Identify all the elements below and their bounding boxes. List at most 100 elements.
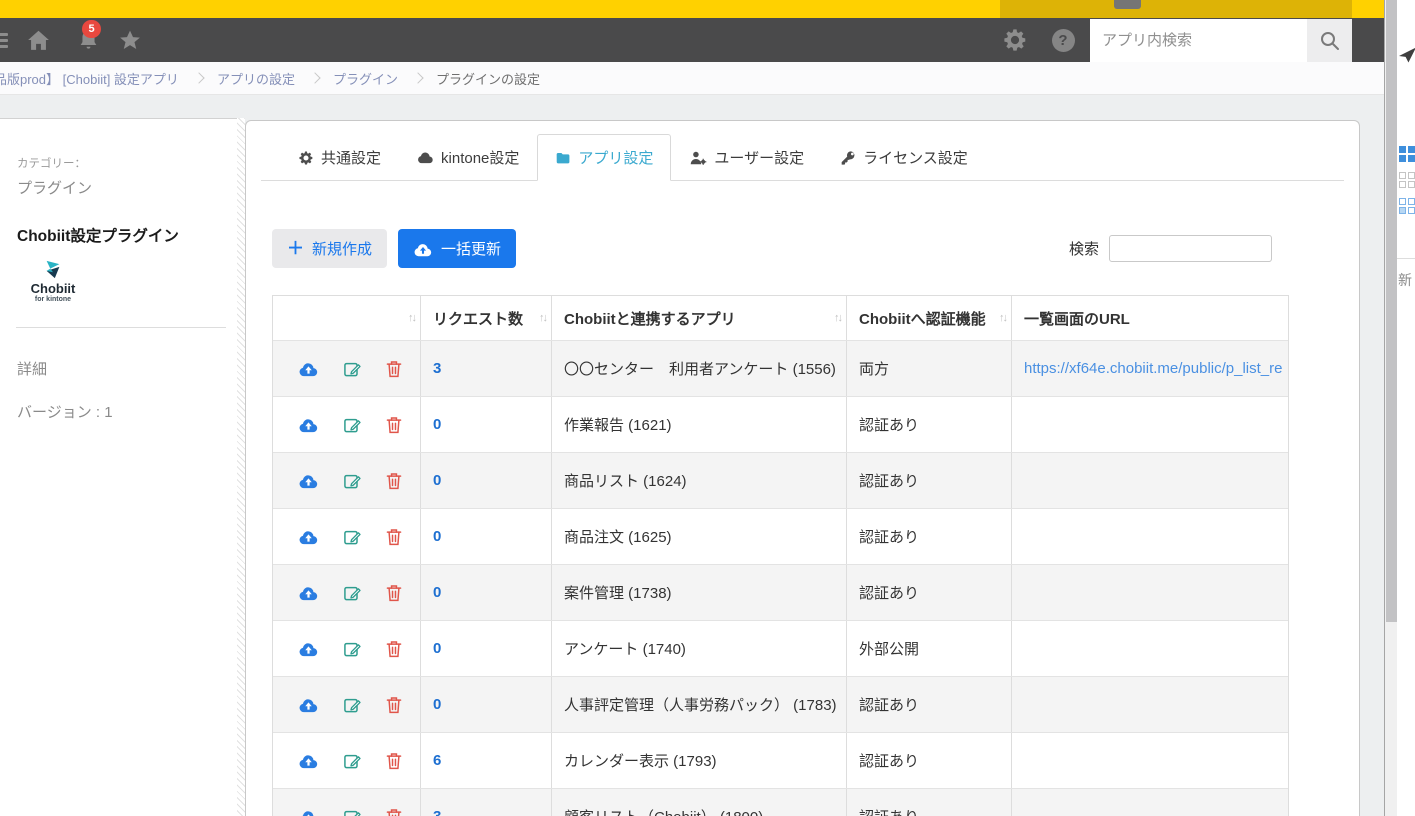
settings-button[interactable]: [998, 18, 1032, 62]
cloud-upload-icon: [299, 363, 318, 377]
request-count-cell[interactable]: 0: [421, 621, 552, 676]
cloud-upload-icon: [299, 419, 318, 433]
sort-arrows-icon[interactable]: ↑↓: [539, 312, 548, 324]
notifications-button[interactable]: 5: [70, 18, 106, 62]
app-search-button[interactable]: [1307, 19, 1352, 62]
request-count-cell[interactable]: 0: [421, 509, 552, 564]
header-actions[interactable]: ↑↓: [273, 296, 421, 340]
row-delete-button[interactable]: [385, 471, 403, 491]
auth-function-cell: 両方: [847, 341, 1012, 396]
row-delete-button[interactable]: [385, 639, 403, 659]
row-edit-button[interactable]: [342, 471, 362, 491]
trash-icon: [386, 584, 402, 601]
sort-arrows-icon[interactable]: ↑↓: [834, 312, 843, 324]
favorites-button[interactable]: [112, 18, 148, 62]
row-delete-button[interactable]: [385, 527, 403, 547]
row-edit-button[interactable]: [342, 751, 362, 771]
row-upload-button[interactable]: [298, 360, 319, 377]
plus-icon: ＋: [287, 239, 304, 258]
plugin-logo-text: Chobiit: [30, 281, 76, 296]
global-navbar: 5 ?: [0, 18, 1384, 62]
table-search-input[interactable]: [1109, 235, 1272, 262]
app-search-input[interactable]: [1090, 19, 1307, 62]
header-linked-app[interactable]: Chobiitと連携するアプリ ↑↓: [552, 296, 847, 340]
list-url-cell[interactable]: https://xf64e.chobiit.me/public/p_list_r…: [1012, 341, 1288, 396]
row-edit-button[interactable]: [342, 359, 362, 379]
row-delete-button[interactable]: [385, 415, 403, 435]
row-delete-button[interactable]: [385, 359, 403, 379]
row-edit-button[interactable]: [342, 527, 362, 547]
window-drag-tab: [1114, 0, 1141, 9]
tab-app-settings[interactable]: アプリ設定: [537, 134, 672, 181]
breadcrumb-app[interactable]: 品版prod】 [Chobiit] 設定アプリ: [0, 69, 179, 88]
row-edit-button[interactable]: [342, 583, 362, 603]
bulk-update-button[interactable]: 一括更新: [398, 229, 517, 268]
trash-icon: [386, 360, 402, 377]
tab-label: kintone設定: [441, 150, 520, 167]
auth-function-cell: 外部公開: [847, 621, 1012, 676]
home-button[interactable]: [20, 18, 56, 62]
header-list-url[interactable]: 一覧画面のURL: [1012, 296, 1288, 340]
row-delete-button[interactable]: [385, 583, 403, 603]
row-delete-button[interactable]: [385, 751, 403, 771]
edit-icon: [344, 754, 361, 768]
send-icon: [1399, 47, 1415, 63]
linked-app-cell: 案件管理 (1738): [552, 565, 847, 620]
help-button[interactable]: ?: [1046, 18, 1080, 62]
request-count-cell[interactable]: 0: [421, 453, 552, 508]
request-count-cell[interactable]: 0: [421, 677, 552, 732]
row-upload-button[interactable]: [298, 472, 319, 489]
table-row: 0 アンケート (1740) 外部公開: [273, 620, 1288, 676]
tab-user-settings[interactable]: ユーザー設定: [671, 134, 822, 181]
linked-apps-table: ↑↓ リクエスト数 ↑↓ Chobiitと連携するアプリ ↑↓ Chobiitへ…: [272, 295, 1289, 816]
row-upload-button[interactable]: [298, 640, 319, 657]
row-upload-button[interactable]: [298, 808, 319, 816]
list-url-cell: [1012, 677, 1288, 732]
linked-app-cell: アンケート (1740): [552, 621, 847, 676]
breadcrumb-app-settings[interactable]: アプリの設定: [217, 69, 295, 88]
row-upload-button[interactable]: [298, 696, 319, 713]
row-delete-button[interactable]: [385, 695, 403, 715]
table-row: 3 〇〇センター 利用者アンケート (1556) 両方 https://xf64e.c…: [273, 340, 1288, 396]
bulk-update-label: 一括更新: [441, 241, 502, 258]
notification-badge: 5: [82, 20, 101, 38]
row-edit-button[interactable]: [342, 415, 362, 435]
sidebar-resize-gutter[interactable]: [237, 118, 245, 816]
brand-top-bar: [0, 0, 1384, 18]
row-upload-button[interactable]: [298, 528, 319, 545]
row-upload-button[interactable]: [298, 584, 319, 601]
header-request-count[interactable]: リクエスト数 ↑↓: [421, 296, 552, 340]
tab-kintone-settings[interactable]: kintone設定: [399, 134, 537, 181]
row-edit-button[interactable]: [342, 807, 362, 816]
request-count-cell[interactable]: 0: [421, 565, 552, 620]
list-url-cell: [1012, 733, 1288, 788]
cloud-upload-icon: [299, 531, 318, 545]
row-actions-cell: [273, 565, 421, 620]
row-edit-button[interactable]: [342, 695, 362, 715]
breadcrumb-plugin[interactable]: プラグイン: [333, 69, 398, 88]
vertical-scrollbar[interactable]: [1384, 0, 1397, 816]
request-count-cell[interactable]: 0: [421, 397, 552, 452]
header-auth-function[interactable]: Chobiitへ認証機能 ↑↓: [847, 296, 1012, 340]
request-count-cell[interactable]: 3: [421, 341, 552, 396]
tab-common-settings[interactable]: 共通設定: [280, 134, 399, 181]
trash-icon: [386, 472, 402, 489]
sort-arrows-icon[interactable]: ↑↓: [408, 312, 417, 324]
trash-icon: [386, 640, 402, 657]
row-delete-button[interactable]: [385, 807, 403, 816]
request-count-cell[interactable]: 3: [421, 789, 552, 816]
linked-app-cell: 人事評定管理（人事労務パック） (1783): [552, 677, 847, 732]
tab-license-settings[interactable]: ライセンス設定: [822, 134, 986, 181]
scrollbar-thumb[interactable]: [1386, 0, 1397, 622]
row-actions-cell: [273, 733, 421, 788]
row-upload-button[interactable]: [298, 416, 319, 433]
request-count-cell[interactable]: 6: [421, 733, 552, 788]
hamburger-menu-icon[interactable]: [0, 18, 9, 62]
gear-icon: [299, 150, 313, 165]
cloud-upload-icon: [414, 243, 432, 256]
chevron-right-icon: [412, 72, 424, 84]
row-edit-button[interactable]: [342, 639, 362, 659]
create-new-button[interactable]: ＋ 新規作成: [272, 229, 388, 268]
sort-arrows-icon[interactable]: ↑↓: [999, 312, 1008, 324]
row-upload-button[interactable]: [298, 752, 319, 769]
